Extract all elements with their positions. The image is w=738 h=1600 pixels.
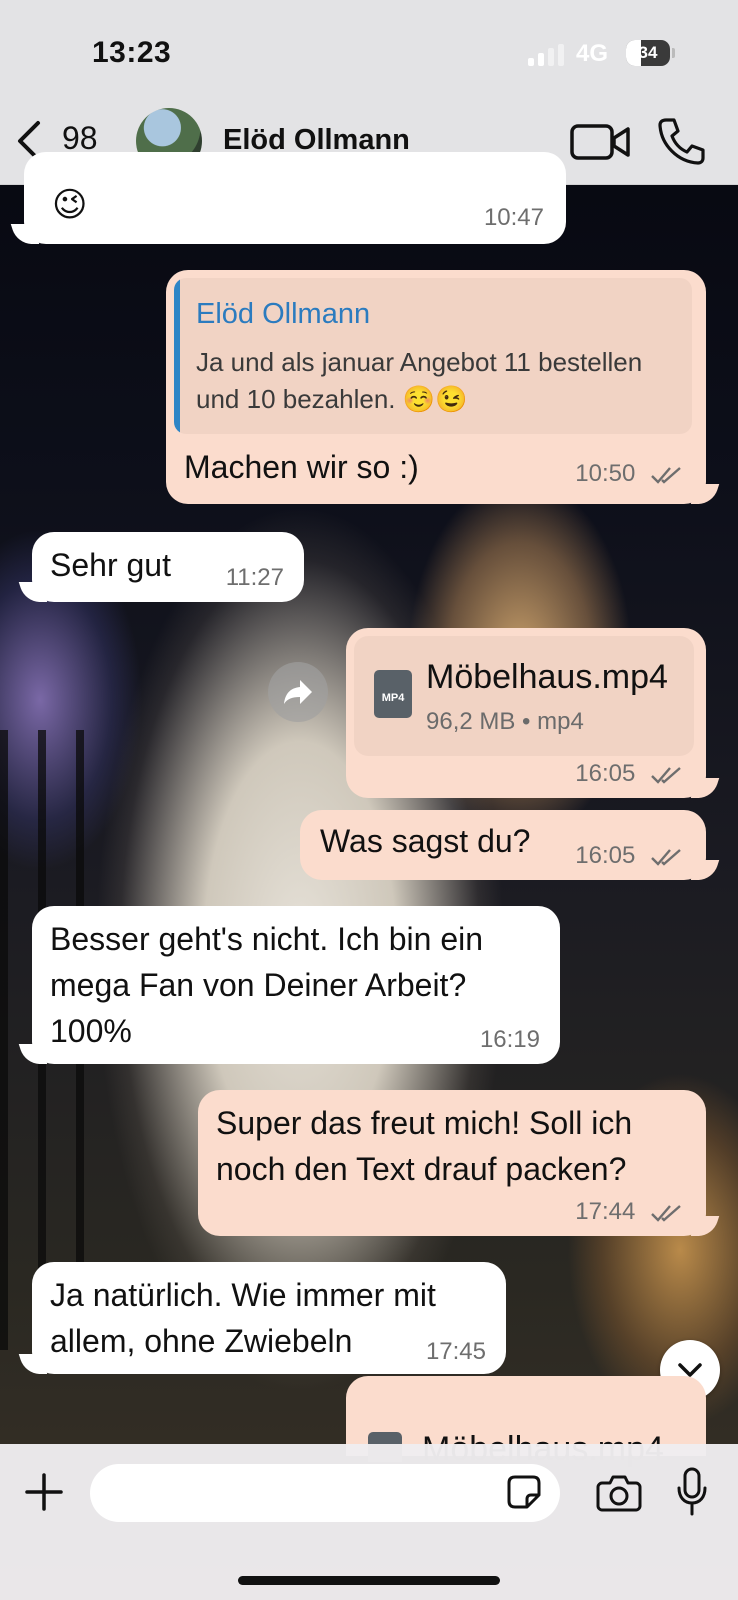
sticker-button[interactable]: [506, 1474, 542, 1510]
message-bubble-outgoing[interactable]: Was sagst du? 16:05: [300, 810, 720, 880]
phone-icon: [658, 118, 705, 165]
plus-icon: [25, 1473, 63, 1511]
signal-icon: [528, 44, 564, 66]
message-bubble-incoming[interactable]: Besser geht's nicht. Ich bin ein mega Fa…: [18, 906, 560, 1064]
microphone-button[interactable]: [676, 1466, 708, 1518]
message-time: 10:50: [575, 460, 636, 487]
file-type-badge: MP4: [381, 692, 405, 704]
message-time: 16:19: [479, 1026, 540, 1053]
message-time: 17:45: [425, 1338, 486, 1365]
message-text: Besser geht's nicht. Ich bin ein mega Fa…: [50, 921, 484, 1049]
file-name: Möbelhaus.mp4: [426, 658, 668, 696]
battery-level: 34: [638, 43, 658, 62]
file-attachment[interactable]: MP4 Möbelhaus.mp4 96,2 MB • mp4: [354, 636, 694, 756]
video-call-icon: [570, 124, 630, 160]
camera-icon: [596, 1475, 642, 1512]
message-text: Was sagst du?: [320, 823, 531, 859]
message-text: Super das freut mich! Soll ich noch den …: [216, 1105, 633, 1187]
message-time: 17:44: [575, 1198, 636, 1225]
file-icon: MP4: [374, 670, 412, 718]
quoted-message[interactable]: Elöd Ollmann Ja und als januar Angebot 1…: [174, 278, 692, 434]
message-time: 16:05: [575, 842, 636, 869]
forward-icon: [284, 680, 312, 704]
microphone-icon: [677, 1467, 707, 1516]
message-text: Sehr gut: [50, 547, 171, 583]
video-call-button[interactable]: [570, 120, 632, 164]
message-text: 😉: [52, 185, 88, 225]
message-bubble-incoming[interactable]: Sehr gut 11:27: [18, 532, 304, 602]
message-meta: 10:50: [575, 460, 684, 488]
message-meta: 16:05: [575, 760, 684, 788]
message-bubble-outgoing[interactable]: Super das freut mich! Soll ich noch den …: [198, 1090, 720, 1236]
double-check-icon: [651, 848, 681, 866]
quote-text: Ja und als januar Angebot 11 bestellen u…: [196, 347, 643, 414]
camera-button[interactable]: [596, 1474, 642, 1512]
double-check-icon: [651, 1204, 681, 1222]
message-bubble-outgoing-reply[interactable]: Elöd Ollmann Ja und als januar Angebot 1…: [166, 270, 720, 504]
message-bubble-outgoing-file[interactable]: MP4 Möbelhaus.mp4 96,2 MB • mp4 16:05: [346, 628, 720, 798]
message-time: 16:05: [575, 760, 636, 787]
battery-nub: [672, 48, 675, 58]
battery-icon: 34: [626, 40, 670, 66]
message-time: 11:27: [225, 564, 284, 591]
message-text: Machen wir so :): [184, 449, 419, 485]
double-check-icon: [651, 466, 681, 484]
double-check-icon: [651, 766, 681, 784]
quote-author: Elöd Ollmann: [196, 298, 371, 330]
message-bubble-incoming[interactable]: 😉 10:47: [10, 152, 566, 244]
message-bubble-incoming[interactable]: Ja natürlich. Wie immer mit allem, ohne …: [18, 1262, 506, 1374]
forward-button[interactable]: [268, 662, 328, 722]
network-type: 4G: [576, 40, 609, 67]
quote-accent-bar: [174, 278, 180, 434]
file-info: 96,2 MB • mp4: [426, 708, 584, 735]
message-input[interactable]: [90, 1464, 560, 1522]
message-meta: 17:44: [575, 1198, 684, 1226]
home-indicator[interactable]: [238, 1576, 500, 1585]
status-time: 13:23: [92, 36, 172, 69]
sticker-icon: [507, 1475, 541, 1509]
message-meta: 16:05: [575, 842, 684, 870]
message-composer: [0, 1444, 738, 1600]
message-time: 10:47: [483, 204, 544, 231]
attach-button[interactable]: [24, 1472, 64, 1512]
voice-call-button[interactable]: [656, 116, 706, 166]
